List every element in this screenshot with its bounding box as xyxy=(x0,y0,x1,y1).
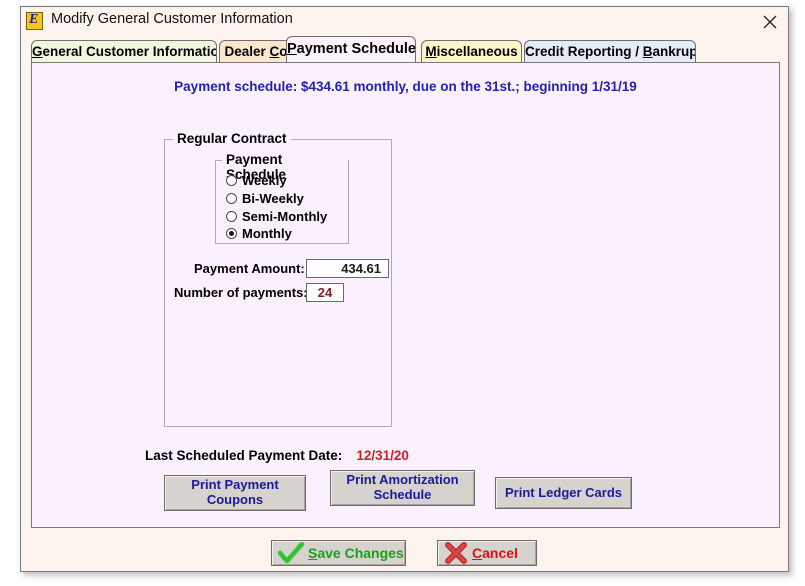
last-scheduled-payment-label: Last Scheduled Payment Date: xyxy=(145,448,343,463)
tab-dealer-label-pre: Dealer xyxy=(224,44,270,59)
radio-bi-weekly-label: Bi-Weekly xyxy=(242,191,304,206)
radio-bi-weekly-icon xyxy=(226,193,237,204)
number-of-payments-row: Number of payments: 24 xyxy=(174,283,344,302)
tab-general-label: eneral Customer Information xyxy=(42,44,217,59)
radio-monthly-label: Monthly xyxy=(242,226,292,241)
last-scheduled-payment-row: Last Scheduled Payment Date: 12/31/20 xyxy=(145,448,409,463)
radio-semi-monthly-label: Semi-Monthly xyxy=(242,209,328,224)
payment-schedule-summary: Payment schedule: $434.61 monthly, due o… xyxy=(174,79,637,94)
tab-miscellaneous[interactable]: Miscellaneous xyxy=(421,40,522,62)
payment-amount-label: Payment Amount: xyxy=(194,261,305,276)
print-amortization-line1: Print Amortization xyxy=(346,472,459,488)
modify-customer-window: E Modify General Customer Information Ge… xyxy=(20,6,789,572)
tab-general-accel: G xyxy=(32,44,43,59)
print-amortization-schedule-button[interactable]: Print Amortization Schedule xyxy=(330,470,475,506)
save-changes-label: Save Changes xyxy=(308,545,404,561)
print-payment-coupons-button[interactable]: Print Payment Coupons xyxy=(164,475,306,511)
tab-credit-label-pre: Credit Reporting / xyxy=(525,44,643,59)
save-changes-button[interactable]: Save Changes xyxy=(271,540,406,566)
title-bar: E Modify General Customer Information xyxy=(21,7,788,36)
radio-weekly-icon xyxy=(226,175,237,186)
print-coupons-line2: Coupons xyxy=(206,492,264,507)
app-icon: E xyxy=(26,12,43,30)
payment-schedule-panel: Payment schedule: $434.61 monthly, due o… xyxy=(31,62,780,528)
tab-misc-label: iscellaneous xyxy=(436,44,518,59)
tab-payment-accel: P xyxy=(287,41,297,57)
red-x-icon xyxy=(444,542,468,564)
green-check-icon xyxy=(278,542,304,564)
tab-credit-accel: B xyxy=(642,44,653,59)
radio-weekly-label: Weekly xyxy=(242,173,287,188)
payment-amount-row: Payment Amount: 434.61 xyxy=(194,259,389,278)
tab-credit-label-post: ankruptcy xyxy=(652,44,696,59)
tab-dealer-accel: C xyxy=(269,44,280,59)
print-coupons-line1: Print Payment xyxy=(191,477,279,493)
cancel-rest: ancel xyxy=(482,545,518,561)
print-ledger-cards-button[interactable]: Print Ledger Cards xyxy=(495,477,632,509)
number-of-payments-label: Number of payments: xyxy=(174,285,308,300)
cancel-accel: C xyxy=(472,545,483,561)
radio-weekly[interactable]: Weekly xyxy=(226,173,287,188)
save-accel: S xyxy=(308,545,318,561)
radio-semi-monthly[interactable]: Semi-Monthly xyxy=(226,209,327,224)
cancel-button[interactable]: Cancel xyxy=(437,540,537,566)
radio-monthly[interactable]: Monthly xyxy=(226,226,292,241)
tab-general-customer-information[interactable]: General Customer Information xyxy=(31,40,217,62)
tab-strip: General Customer Information Dealer Cost… xyxy=(21,36,788,62)
last-scheduled-payment-value: 12/31/20 xyxy=(356,448,409,463)
close-icon[interactable] xyxy=(758,11,782,33)
tab-misc-accel: M xyxy=(425,44,437,59)
radio-semi-monthly-icon xyxy=(226,211,237,222)
window-title: Modify General Customer Information xyxy=(51,11,293,27)
radio-monthly-icon xyxy=(226,228,237,239)
number-of-payments-input[interactable]: 24 xyxy=(306,283,344,302)
radio-bi-weekly[interactable]: Bi-Weekly xyxy=(226,191,304,206)
tab-payment-schedule[interactable]: Payment Schedule xyxy=(286,36,416,62)
tab-payment-label: ayment Schedule xyxy=(296,41,416,57)
regular-contract-legend: Regular Contract xyxy=(173,131,291,146)
tab-credit-reporting-bankruptcy[interactable]: Credit Reporting / Bankruptcy xyxy=(524,40,696,62)
print-ledger-label: Print Ledger Cards xyxy=(504,484,623,500)
payment-amount-input[interactable]: 434.61 xyxy=(306,259,389,278)
cancel-label: Cancel xyxy=(472,545,518,561)
app-icon-glyph: E xyxy=(29,12,38,27)
save-rest: ave Changes xyxy=(317,545,404,561)
print-amortization-line2: Schedule xyxy=(373,487,432,502)
payment-schedule-radio-group: Payment Schedule Weekly Bi-Weekly Semi-M… xyxy=(215,152,349,244)
